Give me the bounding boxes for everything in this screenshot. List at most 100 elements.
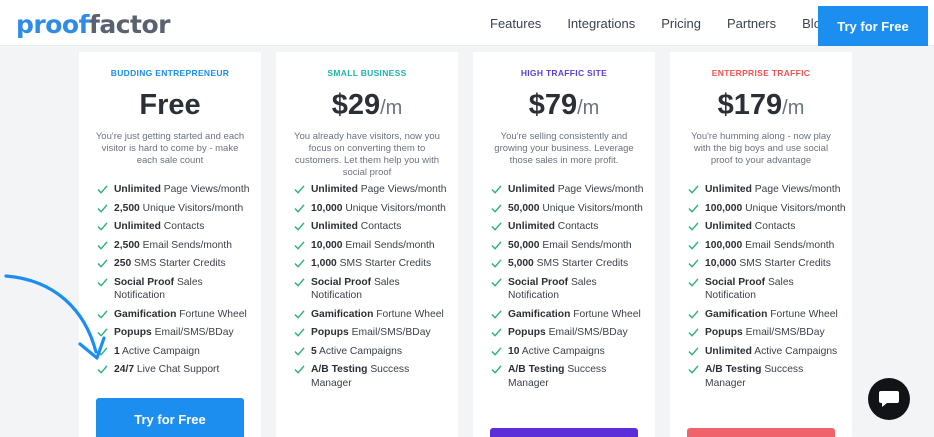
check-icon [97, 204, 108, 212]
feature-highlight: Unlimited [705, 184, 752, 195]
feature-item: Gamification Fortune Wheel [688, 308, 846, 322]
feature-item: Social Proof Sales Notification [688, 276, 846, 303]
feature-highlight: 50,000 [508, 202, 540, 214]
feature-item: 10,000 Email Sends/month [294, 239, 452, 253]
check-icon [491, 222, 502, 231]
plan-cta-button[interactable] [687, 428, 835, 437]
feature-highlight: 10 [508, 345, 520, 357]
feature-highlight: A/B Testing [508, 364, 565, 375]
check-icon [688, 365, 699, 374]
feature-item: Unlimited Page Views/month [491, 183, 649, 197]
feature-text: Page Views/month [357, 184, 447, 195]
feature-text: SMS Starter Credits [533, 258, 629, 269]
feature-text: Fortune Wheel [767, 308, 838, 320]
plan-price-value: $179 [717, 89, 783, 121]
feature-item: Unlimited Contacts [294, 220, 452, 234]
feature-highlight: 24/7 [114, 364, 135, 375]
feature-item: Gamification Fortune Wheel [491, 308, 649, 322]
plan-price-period: /m [782, 97, 805, 119]
plan-description: You're just getting started and each vis… [95, 131, 245, 166]
feature-item: 5 Active Campaigns [294, 345, 452, 359]
check-icon [294, 328, 305, 337]
check-icon [294, 204, 305, 212]
feature-text: SMS Starter Credits [131, 258, 226, 269]
feature-text: Active Campaign [119, 345, 200, 357]
feature-highlight: Gamification [114, 308, 177, 320]
feature-item: Popups Email/SMS/BDay [688, 326, 846, 340]
try-for-free-button[interactable]: Try for Free [96, 398, 244, 437]
feature-item: Unlimited Active Campaigns [688, 345, 846, 359]
feature-highlight: Unlimited [508, 184, 555, 195]
feature-item: 24/7 Live Chat Support [97, 363, 255, 377]
feature-item: Unlimited Contacts [688, 220, 846, 234]
feature-highlight: 10,000 [705, 258, 737, 269]
feature-item: Popups Email/SMS/BDay [97, 326, 255, 340]
check-icon [491, 259, 502, 268]
plan-description: You already have visitors, now you focus… [294, 131, 440, 178]
feature-highlight: 2,500 [114, 239, 140, 251]
check-icon [294, 278, 305, 286]
feature-item: Unlimited Contacts [97, 220, 255, 234]
feature-text: Email Sends/month [742, 239, 835, 251]
plan-cta-button[interactable] [490, 428, 638, 437]
feature-highlight: Popups [114, 327, 152, 338]
feature-highlight: Social Proof [114, 276, 175, 288]
nav-pricing[interactable]: Pricing [661, 16, 701, 31]
chat-button[interactable] [868, 378, 910, 420]
check-icon [294, 185, 305, 194]
nav-partners[interactable]: Partners [727, 16, 776, 31]
logo-part-factor: factor [88, 10, 171, 39]
nav-features[interactable]: Features [490, 16, 541, 31]
check-icon [294, 310, 305, 318]
check-icon [491, 328, 502, 337]
feature-highlight: 100,000 [705, 202, 743, 214]
feature-highlight: Social Proof [705, 276, 766, 288]
feature-highlight: 2,500 [114, 202, 140, 214]
check-icon [97, 241, 108, 249]
feature-text: Unique Visitors/month [139, 202, 244, 214]
feature-item: Gamification Fortune Wheel [97, 308, 255, 322]
proofactor-logo[interactable]: prooffactor [16, 10, 170, 39]
pricing-card-budding-entrepreneur: BUDDING ENTREPRENEUR Free You're just gett… [79, 52, 261, 437]
feature-item: Social Proof Sales Notification [97, 276, 255, 303]
feature-text: Email Sends/month [539, 239, 632, 251]
feature-item: Social Proof Sales Notification [491, 276, 649, 303]
feature-highlight: 1,000 [311, 258, 337, 269]
check-icon [491, 365, 502, 374]
feature-item: 2,500 Email Sends/month [97, 239, 255, 253]
main-nav: Features Integrations Pricing Partners B… [490, 0, 854, 46]
feature-text: Email Sends/month [342, 239, 435, 251]
pricing-card-high-traffic-site: HIGH TRAFFIC SITE $79/m You're selling con… [473, 52, 655, 437]
plan-description: You're humming along - now play with the… [691, 131, 831, 166]
feature-text: SMS Starter Credits [736, 258, 831, 269]
feature-item: 250 SMS Starter Credits [97, 257, 255, 271]
feature-text: Contacts [554, 221, 599, 232]
feature-highlight: Gamification [705, 308, 768, 320]
feature-text: Contacts [751, 221, 796, 232]
check-icon [491, 278, 502, 286]
feature-item: A/B Testing Success Manager [491, 363, 649, 390]
check-icon [294, 222, 305, 231]
feature-list: Unlimited Page Views/month 10,000 Unique … [276, 183, 458, 390]
nav-integrations[interactable]: Integrations [567, 16, 635, 31]
plan-price-value: $79 [528, 89, 578, 121]
feature-highlight: Popups [508, 327, 546, 338]
feature-text: SMS Starter Credits [336, 258, 432, 269]
check-icon [688, 185, 699, 194]
feature-text: Page Views/month [554, 184, 644, 195]
feature-text: Active Campaigns [519, 345, 605, 357]
try-for-free-header-button[interactable]: Try for Free [818, 6, 928, 46]
check-icon [688, 347, 699, 355]
feature-item: A/B Testing Success Manager [294, 363, 452, 390]
site-header: prooffactor Features Integrations Pricin… [0, 0, 934, 46]
feature-item: A/B Testing Success Manager [688, 363, 846, 390]
check-icon [97, 222, 108, 231]
feature-text: Live Chat Support [134, 364, 220, 375]
feature-highlight: A/B Testing [311, 364, 368, 375]
feature-item: 10,000 Unique Visitors/month [294, 202, 452, 216]
check-icon [294, 347, 305, 355]
check-icon [688, 278, 699, 286]
feature-text: Active Campaigns [751, 345, 838, 357]
feature-item: 1 Active Campaign [97, 345, 255, 359]
plan-price: Free [79, 87, 261, 123]
